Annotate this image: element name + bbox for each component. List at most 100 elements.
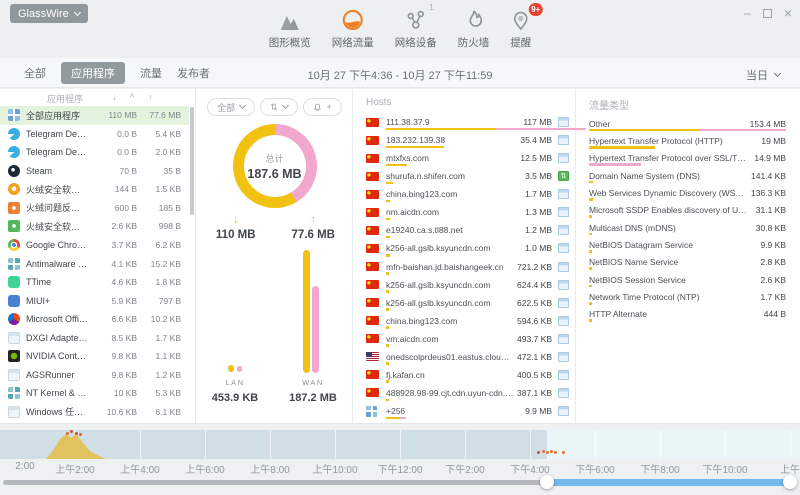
app-row[interactable]: Telegram Desktop0.0 B5.4 KB <box>0 125 189 144</box>
lan-label: LAN <box>197 378 273 387</box>
host-row[interactable]: +2569.9 MB <box>366 402 572 420</box>
traffic-type-row[interactable]: Network Time Protocol (NTP)1.7 KB <box>589 288 786 305</box>
host-row[interactable]: nm.aicdn.com1.3 MB <box>366 203 572 221</box>
tab-traffic[interactable]: 流量 <box>140 65 162 81</box>
app-row[interactable]: AGSRunner9.8 KB1.2 KB <box>0 365 189 384</box>
app-row[interactable]: 火绒安全软件升级程序2.6 KB998 B <box>0 217 189 236</box>
date-range[interactable]: 10月 27 下午4:36 - 10月 27 下午11:59 <box>307 67 492 83</box>
traffic-type-row[interactable]: NetBIOS Datagram Service9.9 KB <box>589 236 786 253</box>
traffic-filter-button[interactable]: 全部 <box>207 98 255 116</box>
host-row[interactable]: e19240.ca.s.tl88.net1.2 MB <box>366 221 572 239</box>
host-row[interactable]: 111.38.37.9117 MB <box>366 113 572 131</box>
app-name: NVIDIA Container <box>26 351 89 361</box>
traffic-type-row[interactable]: Domain Name System (DNS)141.4 KB <box>589 167 786 184</box>
app-row[interactable]: Google Chrome3.7 KB6.2 KB <box>0 236 189 255</box>
host-row[interactable]: 488928.98-99.cjt.cdn.uyun-cdn.com387.1 K… <box>366 384 572 402</box>
app-window-icon <box>558 352 569 362</box>
host-row[interactable]: china.bing123.com594.6 KB <box>366 312 572 330</box>
sort-upload-icon[interactable]: ↑ <box>148 92 153 102</box>
traffic-type-row[interactable]: NetBIOS Name Service2.8 KB <box>589 254 786 271</box>
app-row[interactable]: NT Kernel & System10 KB5.3 KB <box>0 384 189 403</box>
sort-direction-icon[interactable]: ^ <box>130 92 134 102</box>
app-window-icon <box>558 334 569 344</box>
app-row[interactable]: Telegram Desktop0.0 B2.0 KB <box>0 143 189 162</box>
wan-download-bar <box>303 250 310 373</box>
host-traffic-value: 594.6 KB <box>517 316 552 326</box>
traffic-type-row[interactable]: Multicast DNS (mDNS)30.8 KB <box>589 219 786 236</box>
tab-publisher[interactable]: 发布者 <box>177 65 210 81</box>
download-summary: ↓ 110 MB <box>197 213 275 241</box>
host-row[interactable]: k256-all.gslb.ksyuncdn.com1.0 MB <box>366 239 572 257</box>
close-button[interactable]: × <box>784 7 792 19</box>
tab-all[interactable]: 全部 <box>24 65 46 81</box>
timeline-graph[interactable] <box>0 430 800 459</box>
minimize-button[interactable]: – <box>744 8 751 18</box>
timeline-selected-range[interactable] <box>547 479 790 486</box>
app-row[interactable]: Antimalware Service Ex...4.1 KB15.2 KB <box>0 254 189 273</box>
host-row[interactable]: mfn-baishan.jd.baishangeek.cn721.2 KB <box>366 258 572 276</box>
traffic-type-row[interactable]: Web Services Dynamic Discovery (WS-Disc.… <box>589 184 786 201</box>
app-name: Telegram Desktop <box>26 129 89 139</box>
traffic-type-bar <box>589 163 641 166</box>
traffic-type-name: Microsoft SSDP Enables discovery of UPnP… <box>589 205 750 215</box>
app-row[interactable]: Steam70 B35 B <box>0 162 189 181</box>
main-content: 应用程序 ↓ ^ ↑ 全部应用程序110 MB77.6 MBTelegram D… <box>0 89 800 424</box>
app-window-icon <box>558 262 569 272</box>
app-row[interactable]: Windows 任务的主机进程10.6 KB6.1 KB <box>0 403 189 422</box>
download-bar-segment <box>589 198 593 201</box>
sidebar-scrollbar[interactable] <box>190 107 194 215</box>
traffic-type-row[interactable]: HTTP Alternate444 B <box>589 306 786 323</box>
nav-graph[interactable]: 图形概览 <box>263 7 317 58</box>
period-selector[interactable]: 当日 <box>746 67 780 83</box>
traffic-type-row[interactable]: Hypertext Transfer Protocol (HTTP)19 MB <box>589 132 786 149</box>
timeline-time-label: 上午10:00 <box>312 461 357 476</box>
app-row[interactable]: 全部应用程序110 MB77.6 MB <box>0 106 189 125</box>
app-row[interactable]: Microsoft Office Click-to...6.6 KB10.2 K… <box>0 310 189 329</box>
host-traffic-bar <box>386 146 444 149</box>
traffic-type-row[interactable]: Hypertext Transfer Protocol over SSL/TLS… <box>589 150 786 167</box>
nav-usage[interactable]: 网络流量 <box>326 7 380 58</box>
nav-alerts[interactable]: 9+ 提醒 <box>504 7 537 58</box>
app-row[interactable]: MIUI+5.9 KB797 B <box>0 291 189 310</box>
nav-firewall[interactable]: 防火墙 <box>452 7 496 58</box>
app-row[interactable]: 火绒问题反馈程序600 B185 B <box>0 199 189 218</box>
upload-bar-segment <box>496 128 586 131</box>
tab-applications[interactable]: 应用程序 <box>61 62 125 84</box>
app-row[interactable]: DXGI Adapter Cache8.5 KB1.7 KB <box>0 328 189 347</box>
host-row[interactable]: onedscolprdeus01.eastus.cloudap...472.1 … <box>366 348 572 366</box>
download-bar-segment <box>386 218 390 221</box>
nav-label: 提醒 <box>510 35 531 50</box>
sort-order-button[interactable]: ⇅ <box>260 98 298 116</box>
traffic-type-row[interactable]: Microsoft SSDP Enables discovery of UPnP… <box>589 202 786 219</box>
app-row[interactable]: TTime4.6 KB1.8 KB <box>0 273 189 292</box>
traffic-type-bar <box>589 146 655 149</box>
traffic-type-value: 30.8 KB <box>756 223 786 233</box>
host-row[interactable]: fj.kafan.cn400.5 KB <box>366 366 572 384</box>
download-bar-segment <box>386 308 389 311</box>
host-row[interactable]: 183.232.139.3835.4 MB <box>366 131 572 149</box>
host-row[interactable]: vm.aicdn.com493.7 KB <box>366 330 572 348</box>
host-row[interactable]: mtxfxs.com12.5 MB <box>366 149 572 167</box>
app-download-value: 70 B <box>95 166 137 176</box>
app-row[interactable]: NVIDIA Container9.8 KB1.1 KB <box>0 347 189 366</box>
traffic-type-row[interactable]: NetBIOS Session Service2.6 KB <box>589 271 786 288</box>
host-row[interactable]: k256-all.gslb.ksyuncdn.com624.4 KB <box>366 276 572 294</box>
traffic-type-name: Web Services Dynamic Discovery (WS-Disc.… <box>589 188 745 198</box>
host-traffic-bar <box>386 380 389 383</box>
timeline-handle-right[interactable] <box>783 475 797 489</box>
maximize-button[interactable] <box>763 9 772 18</box>
timeline-handle-left[interactable] <box>540 475 554 489</box>
app-row[interactable]: 火绒安全软件 安全服务模块144 B1.5 KB <box>0 180 189 199</box>
host-row[interactable]: china.bing123.com1.7 MB <box>366 185 572 203</box>
traffic-type-row[interactable]: Other153.4 MB <box>589 115 786 132</box>
download-bar-segment <box>386 236 390 239</box>
total-traffic-donut[interactable]: 总计 187.6 MB <box>233 124 317 208</box>
add-alert-button[interactable]: + <box>303 98 342 116</box>
app-download-value: 6.6 KB <box>95 314 137 324</box>
nav-things[interactable]: 1 网络设备 <box>389 7 443 58</box>
host-row[interactable]: shurufa.n.shifen.com3.5 MB⇅ <box>366 167 572 185</box>
host-row[interactable]: k256-all.gslb.ksyuncdn.com622.5 KB <box>366 294 572 312</box>
sort-download-icon[interactable]: ↓ <box>112 92 117 102</box>
cn-flag-icon <box>366 226 379 235</box>
glasswire-menu-button[interactable]: GlassWire <box>10 4 88 23</box>
